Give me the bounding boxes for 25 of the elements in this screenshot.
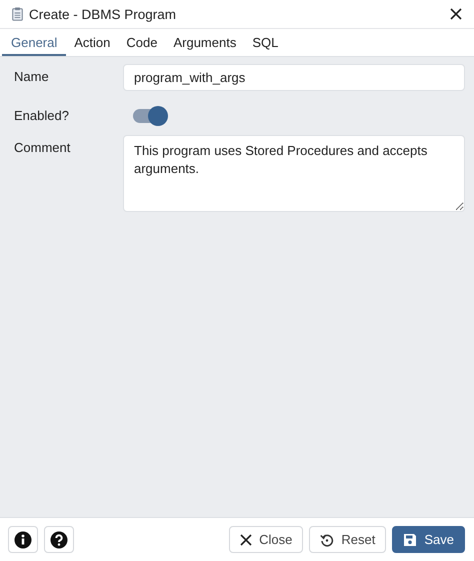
tab[interactable]: SQL bbox=[244, 29, 286, 56]
close-button[interactable]: Close bbox=[229, 526, 304, 553]
tab[interactable]: General bbox=[2, 29, 66, 56]
comment-field[interactable]: This program uses Stored Procedures and accepts arguments. bbox=[123, 135, 465, 212]
info-icon bbox=[14, 530, 32, 548]
field-label: Enabled? bbox=[14, 107, 70, 123]
window-title: Create - DBMS Program bbox=[29, 6, 178, 22]
tab[interactable]: Arguments bbox=[165, 29, 244, 56]
info-button[interactable] bbox=[8, 526, 38, 553]
name-field[interactable]: program_with_args bbox=[123, 64, 465, 91]
save-icon bbox=[403, 532, 418, 546]
help-icon bbox=[50, 530, 68, 548]
tab[interactable]: Action bbox=[66, 29, 118, 56]
reset-button[interactable]: Reset bbox=[309, 526, 386, 553]
close-icon bbox=[450, 8, 462, 20]
tab[interactable]: Code bbox=[118, 29, 166, 56]
close-icon bbox=[240, 534, 252, 546]
field-label: Name bbox=[14, 68, 50, 86]
field-label: Comment bbox=[14, 139, 72, 157]
reset-icon bbox=[320, 532, 334, 546]
help-button[interactable] bbox=[44, 526, 74, 553]
save-button[interactable]: Save bbox=[392, 526, 465, 553]
close-button[interactable] bbox=[448, 6, 464, 22]
clipboard-icon bbox=[12, 7, 23, 21]
toggle-switch[interactable] bbox=[133, 109, 165, 123]
